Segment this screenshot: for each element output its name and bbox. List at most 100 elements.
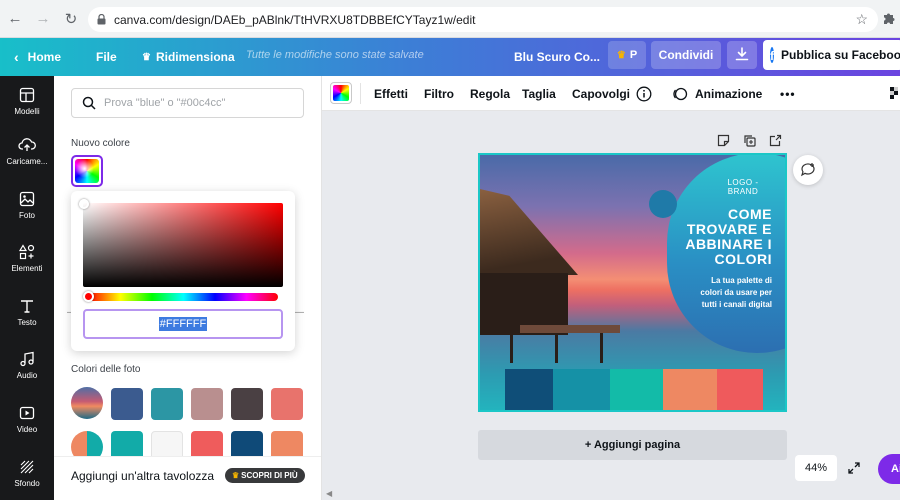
color-search-input[interactable]: [104, 97, 284, 109]
info-icon: [636, 86, 652, 101]
logo-brand-text[interactable]: LOGO - BRAND: [721, 178, 765, 196]
rail-item-uploads[interactable]: Caricame...: [0, 126, 54, 176]
rail-item-templates[interactable]: Modelli: [0, 76, 54, 126]
color-swatch[interactable]: [231, 388, 263, 420]
pro-upgrade-button[interactable]: ♛ P: [608, 41, 646, 69]
color-swatch[interactable]: [111, 388, 143, 420]
lock-icon: [96, 14, 106, 26]
rail-label: Foto: [18, 210, 35, 220]
add-palette-link[interactable]: Aggiungi un'altra tavolozza: [71, 469, 214, 483]
flip-button[interactable]: Capovolgi: [572, 76, 630, 111]
browser-toolbar: ← → ↻ canva.com/design/DAEb_pABlnk/TtHVR…: [0, 0, 900, 38]
comment-plus-icon: [800, 163, 815, 177]
palette-strip-color[interactable]: [505, 369, 553, 410]
search-icon: [82, 96, 96, 110]
cloud-upload-icon: [18, 137, 36, 151]
templates-icon: [19, 87, 35, 102]
info-button[interactable]: [636, 76, 652, 111]
image-edit-toolbar: Effetti Filtro Regola Taglia Capovolgi A…: [322, 76, 900, 111]
scroll-left-arrow-icon[interactable]: ◀: [326, 489, 332, 498]
zoom-level[interactable]: 44%: [795, 455, 837, 481]
hex-color-input[interactable]: #FFFFFF: [83, 309, 283, 339]
new-color-swatch[interactable]: [71, 155, 103, 187]
expand-icon: [848, 462, 860, 474]
rail-item-elements[interactable]: Elementi: [0, 233, 54, 283]
bookmark-star-icon[interactable]: ☆: [855, 11, 868, 28]
publish-facebook-button[interactable]: f Pubblica su Facebook: [763, 40, 900, 70]
effects-button[interactable]: Effetti: [374, 76, 408, 111]
image-color-swatch[interactable]: [330, 82, 352, 104]
share-button[interactable]: Condividi: [651, 41, 721, 69]
color-swatch[interactable]: [271, 388, 303, 420]
color-swatch[interactable]: [191, 388, 223, 420]
rail-item-audio[interactable]: Audio: [0, 340, 54, 390]
facebook-icon: f: [770, 47, 774, 63]
palette-strip-color[interactable]: [610, 369, 663, 410]
crown-icon: ♛: [232, 471, 240, 480]
reload-icon[interactable]: ↻: [58, 6, 84, 32]
add-page-icon[interactable]: [767, 132, 783, 148]
photo-colors-label: Colori delle foto: [71, 364, 141, 375]
transparency-checker-icon: [890, 86, 898, 99]
address-bar[interactable]: canva.com/design/DAEb_pABlnk/TtHVRXU8TDB…: [88, 7, 878, 32]
rail-label: Testo: [17, 317, 37, 327]
rail-item-video[interactable]: Video: [0, 394, 54, 444]
animate-button[interactable]: Animazione: [672, 76, 762, 111]
saturation-brightness-area[interactable]: [79, 199, 283, 287]
photo-icon: [19, 191, 35, 206]
video-icon: [19, 406, 35, 419]
home-label: Home: [27, 50, 62, 64]
discover-label: SCOPRI DI PIÙ: [241, 471, 298, 480]
pillar-image: [510, 333, 513, 363]
adjust-button[interactable]: Regola: [470, 76, 510, 111]
help-assistant-button[interactable]: Ai: [878, 454, 900, 484]
decorative-circle[interactable]: [649, 190, 677, 218]
download-button[interactable]: [727, 41, 757, 69]
url-text: canva.com/design/DAEb_pABlnk/TtHVRXU8TDB…: [114, 12, 476, 27]
color-swatch[interactable]: [151, 388, 183, 420]
rail-item-photos[interactable]: Foto: [0, 180, 54, 230]
file-menu-button[interactable]: File: [96, 38, 117, 76]
more-options-button[interactable]: •••: [780, 76, 796, 111]
rail-item-background[interactable]: Sfondo: [0, 448, 54, 498]
design-page[interactable]: LOGO - BRAND COME TROVARE E ABBINARE I C…: [478, 153, 787, 412]
headline-text[interactable]: COME TROVARE E ABBINARE I COLORI: [680, 207, 772, 267]
hue-slider[interactable]: [83, 291, 278, 302]
animate-icon: [673, 87, 688, 100]
palette-strip-color[interactable]: [663, 369, 717, 410]
resize-button[interactable]: ♛ Ridimensiona: [142, 38, 235, 76]
horizontal-scrollbar[interactable]: ◀: [322, 489, 900, 500]
animate-label: Animazione: [695, 86, 763, 101]
pillar-image: [555, 333, 558, 363]
saturation-handle[interactable]: [79, 199, 89, 209]
color-search-box[interactable]: [71, 88, 304, 118]
transparency-button[interactable]: [890, 76, 900, 111]
add-page-button[interactable]: + Aggiungi pagina: [478, 430, 787, 460]
crop-button[interactable]: Taglia: [522, 76, 556, 111]
save-status-text: Tutte le modifiche sono state salvate: [246, 49, 424, 61]
resize-label: Ridimensiona: [155, 50, 235, 64]
publish-label: Pubblica su Facebook: [781, 48, 900, 62]
document-title[interactable]: Blu Scuro Co...: [514, 38, 600, 76]
duplicate-page-icon[interactable]: [741, 132, 757, 148]
crown-icon: ♛: [142, 51, 151, 63]
page-notes-icon[interactable]: [715, 132, 731, 148]
palette-strip-color[interactable]: [717, 369, 763, 410]
photo-thumbnail-swatch[interactable]: [71, 387, 103, 419]
rail-label: Modelli: [14, 106, 40, 116]
rail-item-text[interactable]: Testo: [0, 287, 54, 337]
hue-handle[interactable]: [83, 291, 94, 302]
palette-strip-color[interactable]: [553, 369, 610, 410]
filter-button[interactable]: Filtro: [424, 76, 454, 111]
back-arrow-icon[interactable]: ←: [2, 6, 28, 32]
discover-more-badge[interactable]: ♛ SCOPRI DI PIÙ: [225, 468, 305, 483]
rail-label: Elementi: [11, 263, 43, 273]
shapes-icon: [19, 243, 35, 259]
forward-arrow-icon[interactable]: →: [30, 6, 56, 32]
chevron-left-icon: ‹: [14, 49, 19, 65]
fullscreen-button[interactable]: [844, 458, 864, 478]
subline-text[interactable]: La tua palette di colori da usare per tu…: [694, 275, 772, 311]
home-button[interactable]: ‹ Home: [14, 38, 61, 76]
add-comment-button[interactable]: [793, 155, 823, 185]
extensions-puzzle-icon[interactable]: [882, 11, 896, 28]
